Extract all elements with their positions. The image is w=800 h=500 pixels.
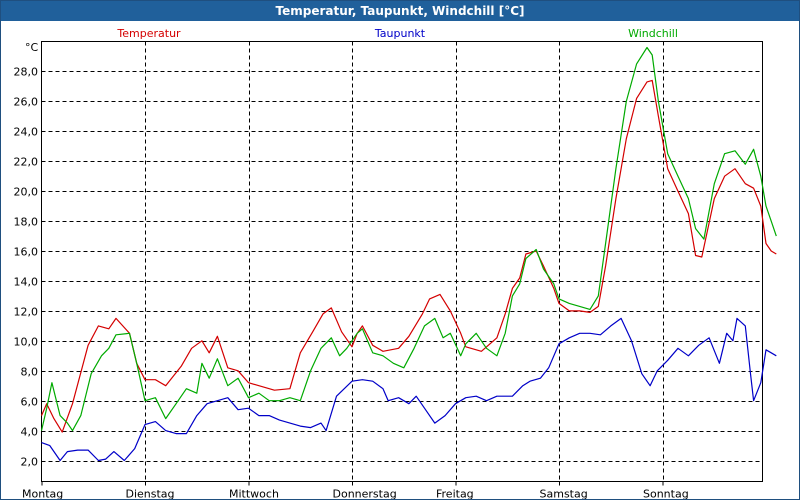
legend-label-windchill: Windchill	[628, 27, 678, 40]
y-axis-ticks: 2,0 4,0 6,0 8,0 10,0 12,0 14,0 16,0 18,0 20,0 22,0…	[14, 66, 39, 469]
chart-window: Temperatur, Taupunkt, Windchill [°C] 2,0…	[0, 0, 800, 500]
x-tick-day-label: Montag	[22, 488, 63, 500]
y-tick-label: 14,0	[14, 276, 39, 289]
series-line-windchill	[40, 46, 777, 432]
series-lines	[40, 46, 777, 462]
y-tick-label: 22,0	[14, 156, 39, 169]
y-tick-label: 12,0	[14, 306, 39, 319]
y-tick-label: 10,0	[14, 336, 39, 349]
plot-frame	[41, 41, 763, 482]
window-title: Temperatur, Taupunkt, Windchill [°C]	[1, 1, 799, 21]
x-tick-day-label: Sonntag	[643, 488, 689, 500]
y-tick-label: 16,0	[14, 246, 39, 259]
x-tick-day-label: Mittwoch	[229, 488, 279, 500]
y-tick-label: 8,0	[21, 366, 39, 379]
x-tick-day-label: Freitag	[436, 488, 474, 500]
x-tick-day-label: Donnerstag	[333, 488, 397, 500]
grid-lines	[41, 41, 763, 482]
series-line-temperatur	[40, 79, 777, 433]
y-tick-label: 20,0	[14, 186, 39, 199]
y-tick-label: 4,0	[21, 426, 39, 439]
y-tick-label: 24,0	[14, 126, 39, 139]
x-axis-ticks: Montag23.04.12Dienstag24.04.12Mittwoch25…	[22, 481, 689, 500]
series-line-taupunkt	[41, 317, 777, 462]
weather-line-chart: 2,0 4,0 6,0 8,0 10,0 12,0 14,0 16,0 18,0 20,0 22,0…	[14, 27, 777, 500]
y-axis-unit-label: °C	[25, 41, 39, 54]
y-tick-label: 28,0	[14, 66, 39, 79]
y-tick-label: 6,0	[21, 396, 39, 409]
legend-label-taupunkt: Taupunkt	[374, 27, 426, 40]
y-tick-label: 26,0	[14, 96, 39, 109]
y-tick-label: 2,0	[21, 456, 39, 469]
y-tick-label: 18,0	[14, 216, 39, 229]
x-tick-day-label: Dienstag	[126, 488, 175, 500]
legend-label-temperatur: Temperatur	[116, 27, 181, 40]
x-tick-day-label: Samstag	[540, 488, 588, 500]
